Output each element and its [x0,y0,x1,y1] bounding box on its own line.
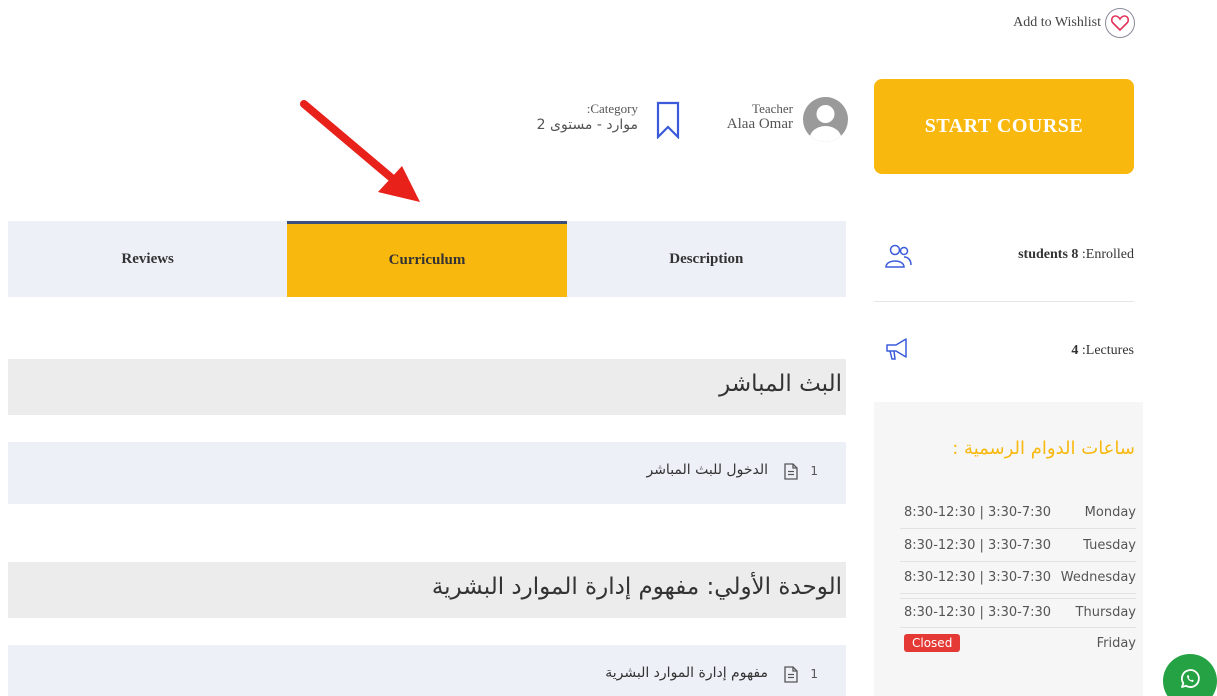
enrolled-value: students 8 [1018,247,1079,262]
whatsapp-icon [1178,667,1202,695]
megaphone-icon [884,337,910,365]
heart-icon[interactable] [1105,8,1135,38]
hours-day: Thursday [1075,605,1136,620]
hours-row: 8:30-12:30 | 3:30-7:30 Monday [900,499,1136,529]
wishlist-label: Add to Wishlist [1013,15,1101,30]
enrolled-stat: students 8 :Enrolled [874,222,1134,302]
course-tabs: Reviews Curriculum Description [8,221,846,297]
teacher-role-label: Teacher [752,101,793,116]
lesson-title: مفهوم إدارة الموارد البشرية [605,665,768,681]
enrolled-label: :Enrolled [1081,247,1134,262]
teacher-avatar [803,97,848,142]
hours-time: 8:30-12:30 | 3:30-7:30 [904,570,1052,585]
hours-day: Friday [1096,636,1136,651]
document-icon [784,463,798,484]
enrolled-text: students 8 :Enrolled [1018,247,1134,263]
tab-curriculum[interactable]: Curriculum [287,221,567,297]
hours-row: 8:30-12:30 | 3:30-7:30 Wednesday [900,564,1136,594]
lesson-item[interactable]: 1 مفهوم إدارة الموارد البشرية [8,645,846,696]
document-icon [784,666,798,687]
section-title: البث المباشر [719,371,842,397]
hours-day: Tuesday [1083,538,1136,553]
lesson-item[interactable]: 1 الدخول للبث المباشر [8,442,846,504]
hours-time: 8:30-12:30 | 3:30-7:30 [904,605,1052,620]
teacher-info: Teacher Alaa Omar [724,97,848,147]
lectures-value: 4 [1071,343,1079,358]
lesson-number: 1 [810,667,818,681]
red-arrow-annotation [300,100,420,202]
hours-day: Monday [1084,505,1136,520]
lectures-text: 4 :Lectures [1071,343,1134,359]
hours-row: 8:30-12:30 | 3:30-7:30 Thursday [900,598,1136,628]
curriculum-section-header: البث المباشر [8,359,846,415]
section-title: الوحدة الأولي: مفهوم إدارة الموارد البشر… [431,574,842,600]
tab-reviews[interactable]: Reviews [8,221,287,297]
whatsapp-chat-button[interactable] [1163,654,1217,696]
hours-row: Closed Friday [900,630,1136,660]
users-icon [884,244,912,274]
lectures-stat: 4 :Lectures [874,303,1134,383]
category-info: :Category موارد - مستوى 2 [520,97,680,147]
lectures-label: :Lectures [1081,343,1134,358]
teacher-name[interactable]: Alaa Omar [727,116,793,133]
hours-day: Wednesday [1060,570,1136,585]
office-hours-panel: ساعات الدوام الرسمية : 8:30-12:30 | 3:30… [874,402,1143,696]
hours-time: 8:30-12:30 | 3:30-7:30 [904,505,1052,520]
lesson-title: الدخول للبث المباشر [646,462,768,478]
start-course-button[interactable]: START COURSE [874,79,1134,174]
hours-row: 8:30-12:30 | 3:30-7:30 Tuesday [900,532,1136,562]
category-label: :Category [586,101,638,116]
office-hours-title: ساعات الدوام الرسمية : [952,438,1135,459]
tab-description[interactable]: Description [567,221,846,297]
hours-time: 8:30-12:30 | 3:30-7:30 [904,538,1052,553]
bookmark-icon [656,101,680,143]
add-to-wishlist-button[interactable]: Add to Wishlist [1013,8,1135,38]
lesson-number: 1 [810,464,818,478]
closed-badge: Closed [904,634,961,652]
curriculum-section-header: الوحدة الأولي: مفهوم إدارة الموارد البشر… [8,562,846,618]
category-value[interactable]: موارد - مستوى 2 [537,117,638,133]
